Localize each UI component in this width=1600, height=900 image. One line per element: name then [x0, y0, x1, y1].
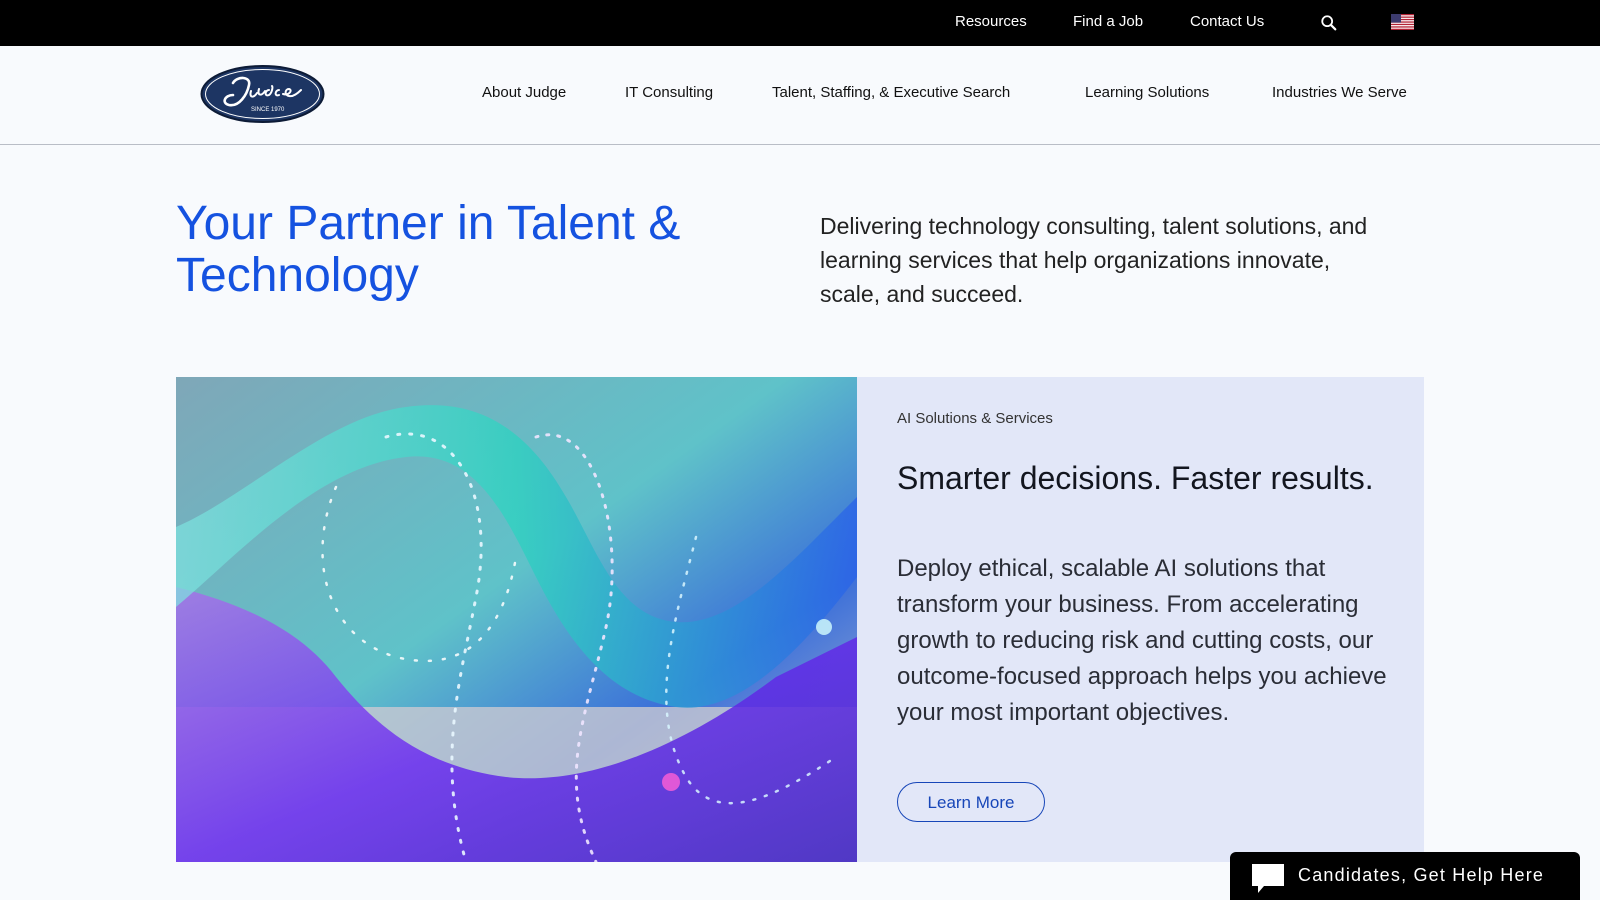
learn-more-button[interactable]: Learn More [897, 782, 1045, 822]
nav-learning-solutions[interactable]: Learning Solutions [1085, 84, 1209, 101]
us-flag-icon[interactable] [1391, 14, 1414, 30]
candidates-help-chat[interactable]: Candidates, Get Help Here [1230, 852, 1580, 900]
search-icon[interactable] [1320, 14, 1338, 32]
ai-feature-image [176, 377, 857, 862]
hero-title: Your Partner in Talent & Technology [176, 197, 681, 302]
main-header: SINCE 1970 About Judge IT Consulting Tal… [0, 46, 1600, 145]
contact-us-link[interactable]: Contact Us [1190, 13, 1264, 30]
feature-title: Smarter decisions. Faster results. [897, 460, 1374, 496]
logo-subtext: SINCE 1970 [251, 107, 285, 113]
feature-eyebrow: AI Solutions & Services [897, 410, 1053, 427]
nav-industries[interactable]: Industries We Serve [1272, 84, 1407, 101]
feature-body: Deploy ethical, scalable AI solutions th… [897, 555, 1387, 726]
chat-bubble-icon [1252, 864, 1284, 893]
judge-logo[interactable]: SINCE 1970 [199, 63, 326, 125]
ai-feature-panel: AI Solutions & Services Smarter decision… [857, 377, 1424, 862]
nav-talent-staffing[interactable]: Talent, Staffing, & Executive Search [772, 84, 1010, 101]
chat-label: Candidates, Get Help Here [1298, 865, 1545, 885]
hero-description: Delivering technology consulting, talent… [820, 213, 1368, 307]
nav-about-judge[interactable]: About Judge [482, 84, 566, 101]
find-a-job-link[interactable]: Find a Job [1073, 13, 1143, 30]
nav-it-consulting[interactable]: IT Consulting [625, 84, 713, 101]
utility-bar: Resources Find a Job Contact Us [0, 0, 1600, 46]
resources-link[interactable]: Resources [955, 13, 1027, 30]
